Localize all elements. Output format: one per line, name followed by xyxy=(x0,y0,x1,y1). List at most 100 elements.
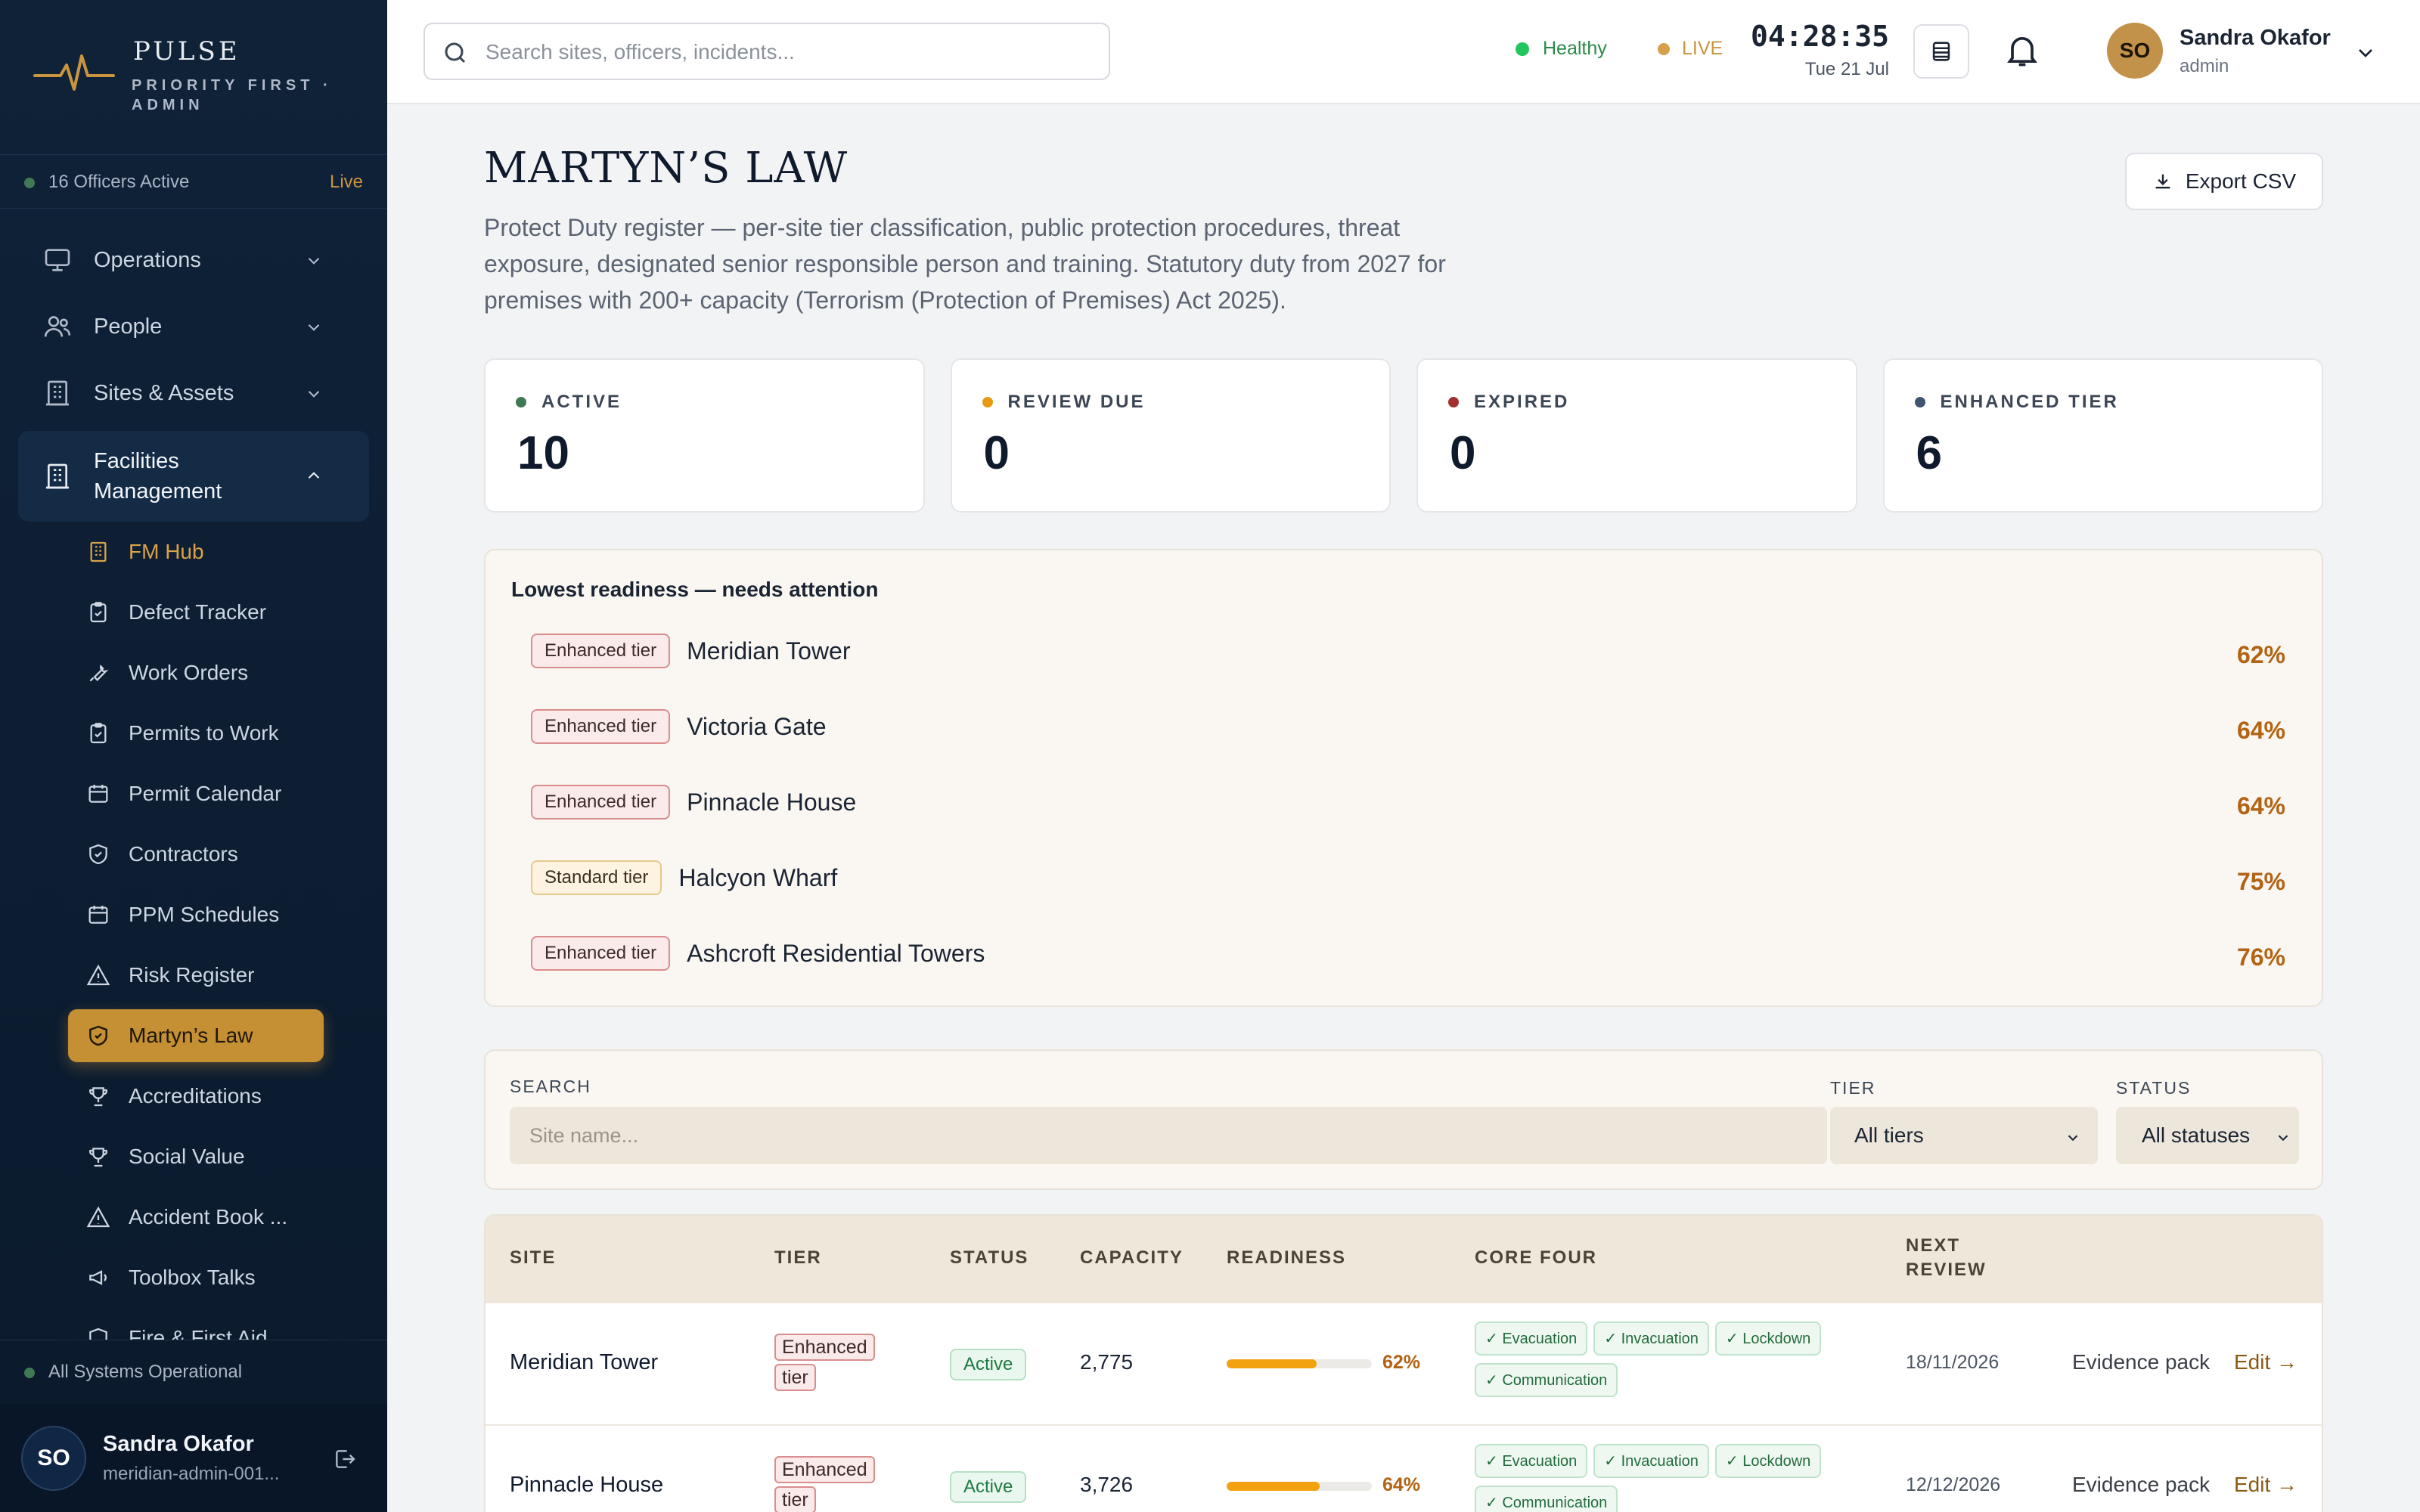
readiness-percent: 76% xyxy=(2236,943,2285,971)
status-dot xyxy=(1516,42,1529,56)
submenu-item-accident-book[interactable]: Accident Book ... xyxy=(68,1187,371,1247)
site-search-input[interactable] xyxy=(510,1107,1827,1164)
submenu-item-martyns-law[interactable]: Martyn’s Law xyxy=(68,1009,324,1062)
submenu-item-accreditations[interactable]: Accreditations xyxy=(68,1066,371,1126)
calendar-icon xyxy=(88,906,108,924)
export-csv-button[interactable]: Export CSV xyxy=(2125,153,2323,210)
status-badge: Active xyxy=(950,1471,1027,1503)
submenu-item-label: FM Hub xyxy=(129,540,204,563)
submenu-item-social-value[interactable]: Social Value xyxy=(68,1126,371,1187)
brand[interactable]: PULSE PRIORITY FIRST · ADMIN xyxy=(33,33,366,116)
column-header-site[interactable]: SITE xyxy=(510,1246,556,1270)
submenu-item-permit-calendar[interactable]: Permit Calendar xyxy=(68,764,371,824)
notes-button[interactable] xyxy=(1913,24,1969,79)
tier-badge: Enhanced tier xyxy=(774,1332,880,1393)
submenu-item-fm-hub[interactable]: FM Hub xyxy=(68,522,371,582)
logout-icon[interactable] xyxy=(333,1447,357,1471)
officers-status: 16 Officers Active Live xyxy=(0,154,387,209)
core-chip-lockdown: ✓ Lockdown xyxy=(1714,1321,1822,1356)
submenu-item-label: Martyn’s Law xyxy=(129,1024,253,1047)
status-badge: Active xyxy=(950,1349,1027,1380)
tier-line-2: tier xyxy=(774,1486,816,1512)
submenu-item-work-orders[interactable]: Work Orders xyxy=(68,643,371,703)
stat-value: 10 xyxy=(517,427,569,479)
submenu-item-defect-tracker[interactable]: Defect Tracker xyxy=(68,582,371,643)
clipboard-icon xyxy=(90,723,107,744)
tier-line-1: Enhanced xyxy=(774,1334,875,1361)
chevron-down-icon[interactable] xyxy=(2353,41,2378,65)
megaphone-icon xyxy=(89,1270,107,1285)
user-name[interactable]: Sandra Okafor xyxy=(2180,26,2331,51)
list-icon xyxy=(1932,42,1950,61)
readiness-percent: 64% xyxy=(2236,792,2285,820)
stat-card-enhanced-tier: ENHANCED TIER 6 xyxy=(1882,358,2323,513)
download-icon xyxy=(2155,174,2170,189)
site-name: Halcyon Wharf xyxy=(678,863,838,891)
avatar[interactable]: SO xyxy=(21,1426,86,1491)
readiness-percent: 75% xyxy=(2236,868,2285,895)
stat-value: 0 xyxy=(1450,427,1476,479)
sidebar-item-label: Operations xyxy=(94,247,201,272)
status-dot xyxy=(1658,42,1670,55)
sidebar-item-operations[interactable]: Operations xyxy=(18,227,369,293)
search-input[interactable] xyxy=(486,35,1091,70)
table-row[interactable]: Pinnacle House Enhanced tier Active 3,726… xyxy=(486,1424,2322,1512)
submenu-item-label: Risk Register xyxy=(129,963,255,987)
column-header-status[interactable]: STATUS xyxy=(950,1246,1028,1270)
status-dot xyxy=(516,397,526,407)
sidebar-item-label: Facilities Management xyxy=(94,449,222,503)
main-content: MARTYN’S LAW Protect Duty register — per… xyxy=(484,144,2323,1512)
sidebar-item-sites-assets[interactable]: Sites & Assets xyxy=(18,360,369,426)
list-item[interactable]: Enhanced tier Meridian Tower 62% xyxy=(531,634,2285,679)
evidence-pack-link[interactable]: Evidence pack xyxy=(2072,1350,2210,1374)
next-review-cell: 12/12/2026 xyxy=(1906,1474,2001,1495)
health-label: Healthy xyxy=(1543,38,1607,59)
submenu-item-risk-register[interactable]: Risk Register xyxy=(68,945,371,1005)
tier-line-2: tier xyxy=(774,1364,816,1391)
chevron-up-icon xyxy=(308,472,320,479)
clock: 04:28:35 Tue 21 Jul xyxy=(1745,20,1889,80)
edit-link[interactable]: Edit → xyxy=(2234,1473,2297,1497)
sidebar-item-facilities-management[interactable]: Facilities Management xyxy=(18,431,369,522)
capacity-cell: 2,775 xyxy=(1080,1350,1134,1374)
list-item[interactable]: Enhanced tier Victoria Gate 64% xyxy=(531,709,2285,754)
avatar[interactable]: SO xyxy=(2107,23,2163,79)
core-chip-evacuation: ✓ Evacuation xyxy=(1475,1444,1588,1478)
evidence-pack-link[interactable]: Evidence pack xyxy=(2072,1473,2210,1497)
clock-time: 04:28:35 xyxy=(1750,20,1889,53)
submenu-item-toolbox-talks[interactable]: Toolbox Talks xyxy=(68,1247,371,1308)
submenu-item-contractors[interactable]: Contractors xyxy=(68,824,371,885)
system-status: All Systems Operational xyxy=(0,1340,387,1405)
search-icon xyxy=(445,42,466,64)
stat-value: 6 xyxy=(1916,427,1942,479)
sidebar-item-people[interactable]: People xyxy=(18,293,369,360)
search-label: SEARCH xyxy=(510,1077,591,1096)
building-icon xyxy=(46,463,69,489)
list-item[interactable]: Enhanced tier Pinnacle House 64% xyxy=(531,785,2285,830)
submenu-item-ppm-schedules[interactable]: PPM Schedules xyxy=(68,885,371,945)
bell-icon[interactable] xyxy=(2003,30,2042,70)
column-header-tier[interactable]: TIER xyxy=(774,1246,822,1270)
status-dot xyxy=(1914,397,1925,407)
list-item[interactable]: Enhanced tier Ashcroft Residential Towers… xyxy=(531,936,2285,981)
edit-link[interactable]: Edit → xyxy=(2234,1350,2297,1374)
status-select[interactable]: All statuses xyxy=(2116,1107,2299,1164)
site-name: Victoria Gate xyxy=(687,712,827,740)
stat-label: EXPIRED xyxy=(1474,392,1570,412)
column-header-next-review[interactable]: NEXT REVIEW xyxy=(1906,1234,1989,1282)
tier-select[interactable]: All tiers xyxy=(1830,1107,2098,1164)
list-item[interactable]: Standard tier Halcyon Wharf 75% xyxy=(531,860,2285,906)
shield-icon xyxy=(89,1025,107,1046)
column-header-readiness[interactable]: READINESS xyxy=(1227,1246,1346,1270)
global-search[interactable] xyxy=(424,23,1110,80)
column-header-capacity[interactable]: CAPACITY xyxy=(1080,1246,1184,1270)
core-chip-communication: ✓ Communication xyxy=(1475,1363,1618,1397)
submenu-item-permits-to-work[interactable]: Permits to Work xyxy=(68,703,371,764)
column-header-core-four[interactable]: CORE FOUR xyxy=(1475,1246,1597,1270)
stat-label: ACTIVE xyxy=(541,392,622,412)
table-row[interactable]: Meridian Tower Enhanced tier Active 2,775… xyxy=(486,1302,2322,1424)
chevron-down-icon xyxy=(308,257,320,265)
submenu-item-label: Permits to Work xyxy=(129,721,279,745)
shield-icon xyxy=(89,844,107,865)
sidebar-nav: Operations People Sites & Assets Facilit… xyxy=(18,227,369,522)
